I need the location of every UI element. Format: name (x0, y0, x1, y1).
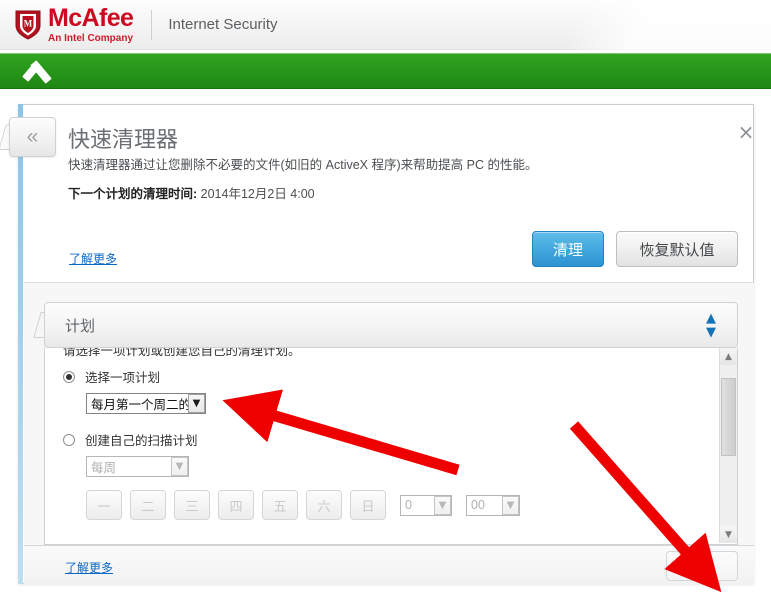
frequency-dropdown-arrow[interactable]: ▼ (171, 457, 188, 476)
schedule-preset-dropdown-value: 每月第一个周二的 4:00 (91, 398, 188, 412)
dialog-footer: 了解更多 应用 (24, 546, 754, 584)
brand-tagline: An Intel Company (48, 32, 134, 44)
weekday-button-tue[interactable]: 二 (130, 490, 166, 520)
chevron-down-glyph: ▼ (706, 325, 716, 340)
schedule-section-title: 计划 (65, 317, 96, 335)
radio-create-custom-label: 创建自己的扫描计划 (85, 434, 198, 448)
minute-dropdown-arrow[interactable]: ▼ (502, 495, 519, 515)
app-window: M McAfee An Intel Company Internet Secur… (0, 0, 771, 596)
radio-create-custom-schedule[interactable] (63, 433, 75, 446)
clipped-instruction-text: 请选择一项计划或创建您自己的清理计划。 (63, 348, 301, 358)
hour-dropdown-arrow[interactable]: ▼ (434, 495, 451, 515)
weekday-button-fri[interactable]: 五 (262, 490, 298, 520)
header-divider (151, 9, 153, 40)
next-run-value: 2014年12月2日 4:00 (200, 187, 315, 201)
schedule-preset-option-row[interactable]: 选择一项计划 (63, 367, 160, 386)
dialog-top-panel: 快速清理器 快速清理器通过让您删除不必要的文件(如旧的 ActiveX 程序)来… (24, 104, 754, 282)
frequency-dropdown[interactable]: 每周 ▼ (86, 456, 189, 477)
schedule-scrollbar[interactable]: ▲ ▼ (719, 348, 737, 543)
restore-defaults-button[interactable]: 恢复默认值 (616, 231, 738, 267)
clean-button[interactable]: 清理 (532, 231, 604, 267)
brand-name: McAfee (48, 3, 134, 32)
schedule-preset-dropdown-arrow[interactable]: ▼ (188, 394, 205, 413)
security-status-band (0, 53, 771, 89)
radio-select-preset-label: 选择一项计划 (85, 371, 161, 385)
minute-dropdown[interactable]: 00 ▼ (466, 494, 520, 516)
scrollbar-down-button[interactable]: ▼ (720, 526, 737, 543)
page-description: 快速清理器通过让您删除不必要的文件(如旧的 ActiveX 程序)来帮助提高 P… (68, 158, 538, 172)
learn-more-link-bottom[interactable]: 了解更多 (65, 559, 113, 576)
schedule-custom-option-row[interactable]: 创建自己的扫描计划 (63, 430, 198, 449)
apply-button[interactable]: 应用 (666, 551, 738, 581)
mcafee-shield-icon: M (14, 9, 42, 41)
next-scheduled-run: 下一个计划的清理时间: 2014年12月2日 4:00 (68, 183, 315, 202)
svg-text:M: M (24, 18, 33, 28)
checkmark-icon (22, 60, 52, 82)
mcafee-logo: M McAfee An Intel Company (14, 3, 134, 44)
scrollbar-thumb[interactable] (721, 378, 736, 456)
weekday-button-mon[interactable]: 一 (86, 490, 122, 520)
schedule-options-panel: 请选择一项计划或创建您自己的清理计划。 选择一项计划 每月第一个周二的 4:00… (44, 348, 738, 545)
chevron-up-glyph: ▲ (706, 311, 716, 326)
scrollbar-up-button[interactable]: ▲ (720, 348, 737, 365)
product-title: Internet Security (168, 16, 278, 33)
hour-dropdown[interactable]: 0 ▼ (400, 494, 452, 516)
hour-dropdown-value: 0 (405, 498, 412, 512)
schedule-preset-dropdown[interactable]: 每月第一个周二的 4:00 ▼ (86, 393, 206, 414)
dialog-left-accent (18, 104, 23, 584)
next-run-label: 下一个计划的清理时间: (68, 187, 198, 201)
radio-select-preset-schedule[interactable] (63, 370, 75, 383)
weekday-button-wed[interactable]: 三 (174, 490, 210, 520)
frequency-dropdown-value: 每周 (91, 461, 117, 475)
weekday-button-sun[interactable]: 日 (350, 490, 386, 520)
chevron-up-down-icon[interactable]: ▲ ▼ (701, 311, 721, 340)
app-header: M McAfee An Intel Company Internet Secur… (0, 0, 771, 50)
minute-dropdown-value: 00 (471, 498, 485, 512)
weekday-button-thu[interactable]: 四 (218, 490, 254, 520)
dialog-action-buttons: 清理 恢复默认值 (532, 231, 738, 267)
weekday-and-time-row: 一 二 三 四 五 六 日 0 ▼ 00 ▼ (86, 490, 520, 520)
schedule-section-header[interactable]: 计划 ▲ ▼ (44, 302, 738, 348)
page-title: 快速清理器 (68, 127, 179, 152)
weekday-button-sat[interactable]: 六 (306, 490, 342, 520)
learn-more-link-top[interactable]: 了解更多 (69, 250, 117, 267)
